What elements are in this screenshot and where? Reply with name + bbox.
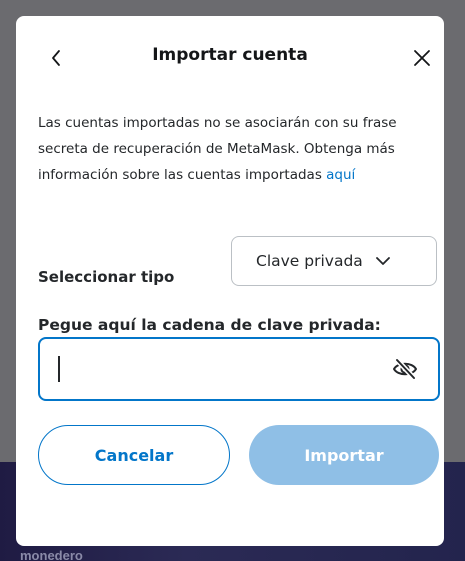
private-key-label: Pegue aquí la cadena de clave privada: bbox=[38, 316, 381, 334]
eye-slash-icon bbox=[393, 357, 417, 381]
cancel-button[interactable]: Cancelar bbox=[38, 425, 230, 485]
close-button[interactable] bbox=[406, 42, 438, 74]
select-type-label: Seleccionar tipo bbox=[38, 268, 175, 286]
toggle-visibility-button[interactable] bbox=[390, 354, 420, 384]
import-button[interactable]: Importar bbox=[249, 425, 439, 485]
import-description: Las cuentas importadas no se asociarán c… bbox=[38, 110, 428, 188]
import-account-modal: Importar cuenta Las cuentas importadas n… bbox=[16, 16, 444, 546]
private-key-input[interactable] bbox=[52, 339, 356, 401]
chevron-down-icon bbox=[375, 257, 390, 265]
account-type-dropdown[interactable]: Clave privada bbox=[231, 236, 437, 286]
text-caret bbox=[58, 356, 60, 382]
modal-title: Importar cuenta bbox=[152, 45, 308, 65]
close-icon bbox=[414, 50, 430, 66]
learn-more-link[interactable]: aquí bbox=[326, 167, 355, 183]
account-type-value: Clave privada bbox=[256, 252, 363, 270]
modal-header: Importar cuenta bbox=[16, 42, 444, 74]
private-key-field[interactable] bbox=[38, 337, 440, 401]
background-footer-text: monedero bbox=[20, 548, 83, 561]
